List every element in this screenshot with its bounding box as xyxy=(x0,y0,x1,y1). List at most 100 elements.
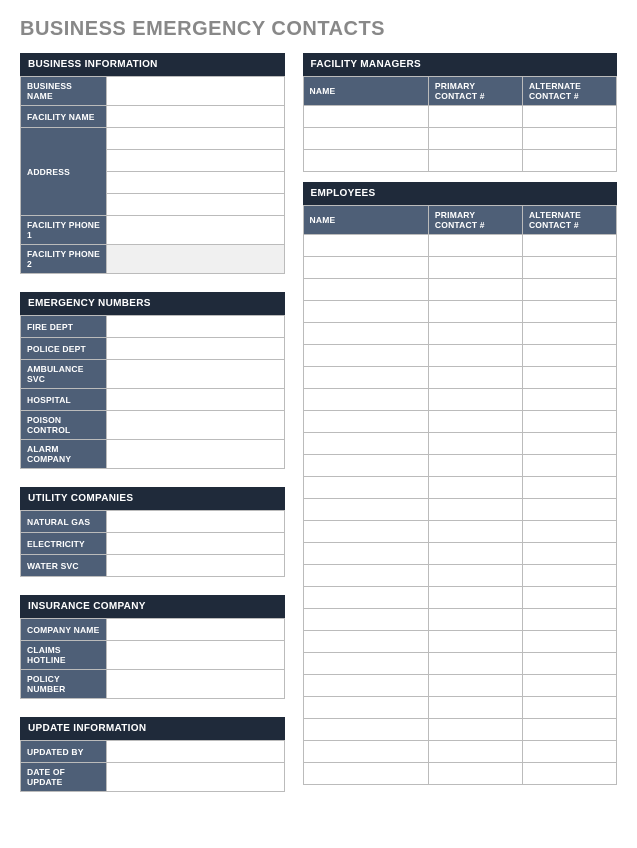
value[interactable] xyxy=(303,389,428,411)
value[interactable] xyxy=(428,279,522,301)
value[interactable] xyxy=(303,257,428,279)
value[interactable] xyxy=(107,172,285,194)
value[interactable] xyxy=(303,587,428,609)
value[interactable] xyxy=(428,499,522,521)
value[interactable] xyxy=(522,653,616,675)
value[interactable] xyxy=(428,455,522,477)
value[interactable] xyxy=(522,106,616,128)
value[interactable] xyxy=(107,440,285,469)
value[interactable] xyxy=(522,521,616,543)
value[interactable] xyxy=(522,235,616,257)
value[interactable] xyxy=(428,609,522,631)
value[interactable] xyxy=(428,741,522,763)
value[interactable] xyxy=(428,128,522,150)
value[interactable] xyxy=(303,499,428,521)
value[interactable] xyxy=(428,675,522,697)
value[interactable] xyxy=(522,433,616,455)
value[interactable] xyxy=(303,631,428,653)
value[interactable] xyxy=(107,316,285,338)
value[interactable] xyxy=(303,150,428,172)
value[interactable] xyxy=(522,455,616,477)
value[interactable] xyxy=(303,455,428,477)
value[interactable] xyxy=(303,741,428,763)
value[interactable] xyxy=(107,411,285,440)
value[interactable] xyxy=(107,77,285,106)
value[interactable] xyxy=(522,587,616,609)
value[interactable] xyxy=(428,653,522,675)
value[interactable] xyxy=(428,587,522,609)
value[interactable] xyxy=(107,338,285,360)
value[interactable] xyxy=(303,411,428,433)
value[interactable] xyxy=(522,301,616,323)
value[interactable] xyxy=(522,279,616,301)
value[interactable] xyxy=(522,543,616,565)
value[interactable] xyxy=(428,301,522,323)
value[interactable] xyxy=(522,719,616,741)
value[interactable] xyxy=(303,521,428,543)
value[interactable] xyxy=(522,697,616,719)
value[interactable] xyxy=(303,477,428,499)
value[interactable] xyxy=(107,128,285,150)
value[interactable] xyxy=(303,301,428,323)
value[interactable] xyxy=(303,235,428,257)
value[interactable] xyxy=(428,543,522,565)
value[interactable] xyxy=(428,235,522,257)
value[interactable] xyxy=(428,719,522,741)
value[interactable] xyxy=(107,360,285,389)
value[interactable] xyxy=(522,257,616,279)
value[interactable] xyxy=(428,565,522,587)
value[interactable] xyxy=(107,763,285,792)
value[interactable] xyxy=(107,511,285,533)
value[interactable] xyxy=(107,150,285,172)
value[interactable] xyxy=(303,279,428,301)
value[interactable] xyxy=(303,128,428,150)
value[interactable] xyxy=(107,741,285,763)
value[interactable] xyxy=(428,257,522,279)
value[interactable] xyxy=(522,345,616,367)
value[interactable] xyxy=(107,641,285,670)
value[interactable] xyxy=(303,543,428,565)
value[interactable] xyxy=(107,216,285,245)
value[interactable] xyxy=(107,106,285,128)
value[interactable] xyxy=(522,477,616,499)
value[interactable] xyxy=(428,697,522,719)
value[interactable] xyxy=(428,106,522,128)
value[interactable] xyxy=(428,150,522,172)
value[interactable] xyxy=(303,763,428,785)
value[interactable] xyxy=(303,565,428,587)
value[interactable] xyxy=(428,367,522,389)
value[interactable] xyxy=(428,433,522,455)
value[interactable] xyxy=(428,763,522,785)
value[interactable] xyxy=(522,367,616,389)
value[interactable] xyxy=(522,323,616,345)
value[interactable] xyxy=(303,106,428,128)
value[interactable] xyxy=(303,697,428,719)
value[interactable] xyxy=(107,533,285,555)
value[interactable] xyxy=(303,433,428,455)
value[interactable] xyxy=(303,675,428,697)
value[interactable] xyxy=(428,345,522,367)
value[interactable] xyxy=(107,245,285,274)
value[interactable] xyxy=(522,741,616,763)
value[interactable] xyxy=(428,521,522,543)
value[interactable] xyxy=(303,719,428,741)
value[interactable] xyxy=(428,323,522,345)
value[interactable] xyxy=(107,389,285,411)
value[interactable] xyxy=(522,609,616,631)
value[interactable] xyxy=(107,555,285,577)
value[interactable] xyxy=(522,763,616,785)
value[interactable] xyxy=(107,619,285,641)
value[interactable] xyxy=(303,367,428,389)
value[interactable] xyxy=(428,477,522,499)
value[interactable] xyxy=(522,499,616,521)
value[interactable] xyxy=(522,411,616,433)
value[interactable] xyxy=(522,631,616,653)
value[interactable] xyxy=(522,389,616,411)
value[interactable] xyxy=(522,675,616,697)
value[interactable] xyxy=(428,411,522,433)
value[interactable] xyxy=(522,565,616,587)
value[interactable] xyxy=(303,609,428,631)
value[interactable] xyxy=(303,653,428,675)
value[interactable] xyxy=(303,345,428,367)
value[interactable] xyxy=(107,670,285,699)
